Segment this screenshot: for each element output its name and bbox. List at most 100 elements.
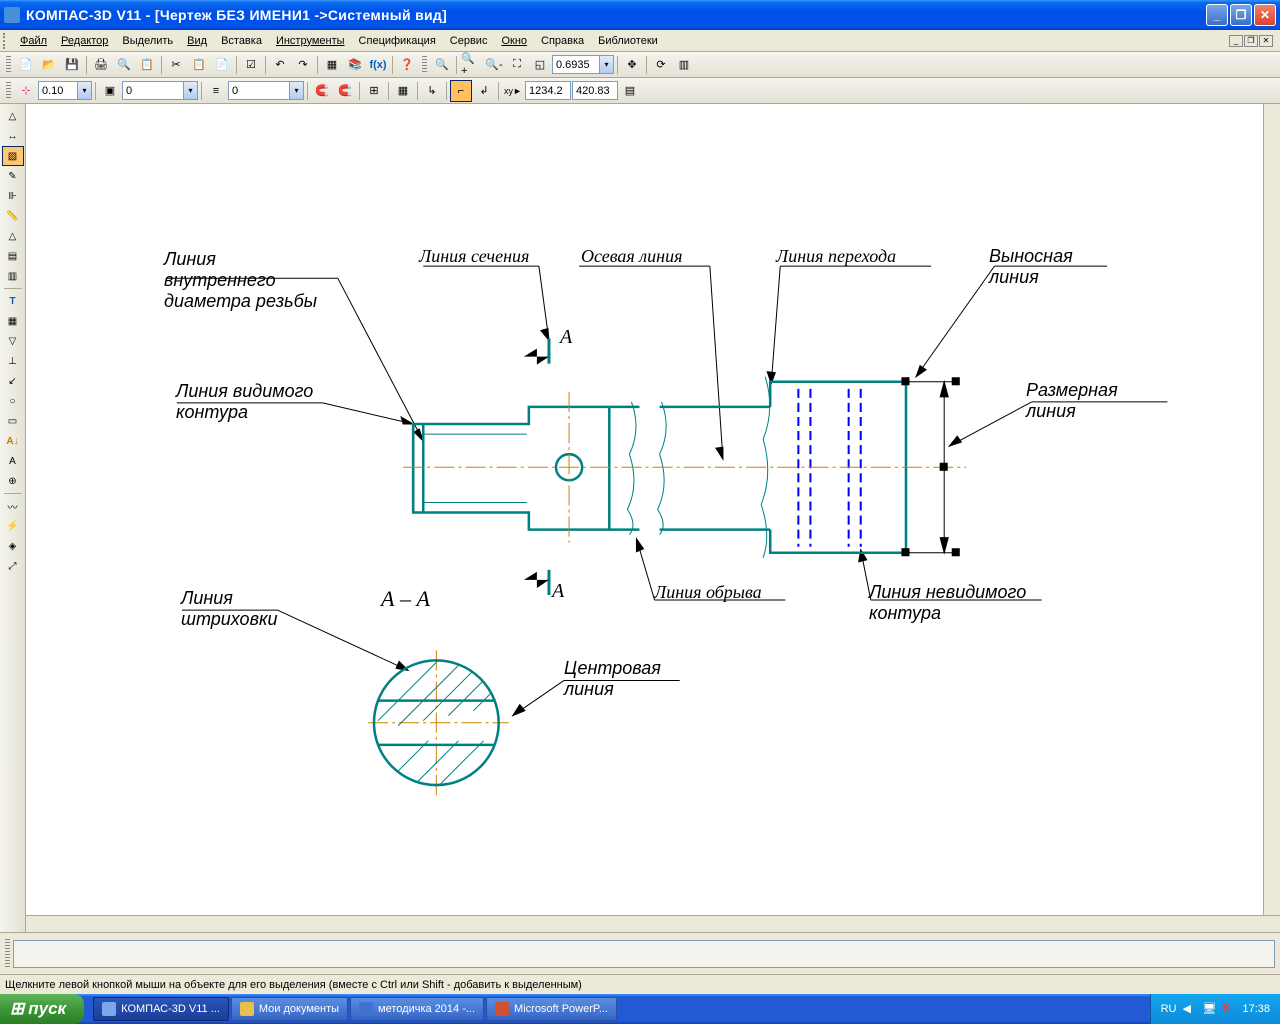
coord-lock-button[interactable]: ▤: [619, 80, 641, 102]
menu-select[interactable]: Выделить: [115, 33, 180, 49]
cut-button[interactable]: ✂: [165, 54, 187, 76]
zoom-out-button[interactable]: 🔍-: [483, 54, 505, 76]
base-tool-icon[interactable]: ⊥: [2, 351, 24, 371]
report-tool-icon[interactable]: ▥: [2, 266, 24, 286]
zoom-fit-button[interactable]: ⛶: [506, 54, 528, 76]
system-tray[interactable]: RU ◀ 🖥 K 17:38: [1150, 994, 1280, 1024]
undo-button[interactable]: ↶: [269, 54, 291, 76]
taskbar-task-powerpoint[interactable]: Microsoft PowerP...: [486, 997, 617, 1021]
mark-tool-icon[interactable]: ◈: [2, 536, 24, 556]
minimize-button[interactable]: _: [1206, 4, 1228, 26]
zoom-in-button[interactable]: 🔍+: [460, 54, 482, 76]
step-combo[interactable]: ▾: [38, 81, 92, 100]
menu-editor[interactable]: Редактор: [54, 33, 115, 49]
toolbar-grip-3[interactable]: [6, 82, 11, 100]
menu-insert[interactable]: Вставка: [214, 33, 269, 49]
measure-tool-icon[interactable]: 📏: [2, 206, 24, 226]
zoom-dropdown[interactable]: ▾: [599, 56, 613, 73]
tray-icon-av[interactable]: K: [1222, 1002, 1236, 1016]
taskbar-task-kompas[interactable]: КОМПАС-3D V11 ...: [93, 997, 229, 1021]
step-input[interactable]: [39, 82, 77, 99]
snap-magnet-button[interactable]: 🧲: [311, 80, 333, 102]
round-button[interactable]: ↲: [473, 80, 495, 102]
zoom-window-button[interactable]: 🔍: [431, 54, 453, 76]
zoom-input[interactable]: [553, 56, 599, 73]
edit-tool-icon[interactable]: ✎: [2, 166, 24, 186]
tray-icon-1[interactable]: ◀: [1182, 1002, 1196, 1016]
taskbar-task-documents[interactable]: Мои документы: [231, 997, 348, 1021]
layer-icon[interactable]: ▣: [99, 80, 121, 102]
menu-help[interactable]: Справка: [534, 33, 591, 49]
style-input[interactable]: [229, 82, 289, 99]
menu-file[interactable]: Файл: [13, 33, 54, 49]
coord-x-input[interactable]: [525, 81, 571, 100]
auto-axis-tool-icon[interactable]: ⚡: [2, 516, 24, 536]
step-icon[interactable]: ⊹: [15, 80, 37, 102]
grid-button[interactable]: ▦: [392, 80, 414, 102]
section-line-tool-icon[interactable]: A↓: [2, 431, 24, 451]
arrow-tool-icon[interactable]: A: [2, 451, 24, 471]
library-button[interactable]: 📚: [344, 54, 366, 76]
dimensions-tool-icon[interactable]: ↔: [2, 126, 24, 146]
layer-input[interactable]: [123, 82, 183, 99]
mdi-close-button[interactable]: ✕: [1259, 35, 1273, 47]
break-tool-icon[interactable]: ⤢: [2, 556, 24, 576]
center-tool-icon[interactable]: ⊕: [2, 471, 24, 491]
style-combo[interactable]: ▾: [228, 81, 304, 100]
views-button[interactable]: ▥: [673, 54, 695, 76]
close-button[interactable]: ✕: [1254, 4, 1276, 26]
toolbar-grip[interactable]: [6, 56, 11, 74]
tolerance-tool-icon[interactable]: ▭: [2, 411, 24, 431]
copy-button[interactable]: 📋: [188, 54, 210, 76]
refresh-button[interactable]: ⟳: [650, 54, 672, 76]
ortho-button[interactable]: ⌐: [450, 80, 472, 102]
maximize-button[interactable]: ❐: [1230, 4, 1252, 26]
preview-button[interactable]: 🔍: [113, 54, 135, 76]
grid-set-button[interactable]: ⊞: [363, 80, 385, 102]
mdi-restore-button[interactable]: ❐: [1244, 35, 1258, 47]
select-tool-icon[interactable]: △: [2, 226, 24, 246]
style-icon[interactable]: ≡: [205, 80, 227, 102]
new-button[interactable]: 📄: [15, 54, 37, 76]
print-button[interactable]: 🖨: [90, 54, 112, 76]
layer-combo[interactable]: ▾: [122, 81, 198, 100]
lcs-button[interactable]: ↳: [421, 80, 443, 102]
snap-off-button[interactable]: 🧲: [334, 80, 356, 102]
rough-tool-icon[interactable]: ▽: [2, 331, 24, 351]
style-dropdown[interactable]: ▾: [289, 82, 303, 99]
plot-button[interactable]: 📋: [136, 54, 158, 76]
pos-tool-icon[interactable]: ○: [2, 391, 24, 411]
menu-window[interactable]: Окно: [494, 33, 534, 49]
pan-button[interactable]: ✥: [621, 54, 643, 76]
text-tool-icon[interactable]: T: [2, 291, 24, 311]
layer-dropdown[interactable]: ▾: [183, 82, 197, 99]
mdi-minimize-button[interactable]: _: [1229, 35, 1243, 47]
table-tool-icon[interactable]: ▦: [2, 311, 24, 331]
coord-y-input[interactable]: [572, 81, 618, 100]
propbar-grip[interactable]: [5, 939, 10, 969]
clock[interactable]: 17:38: [1242, 1003, 1270, 1015]
taskbar-task-word[interactable]: методичка 2014 -...: [350, 997, 484, 1021]
zoom-combo[interactable]: ▾: [552, 55, 614, 74]
symbols-tool-icon[interactable]: ▧: [2, 146, 24, 166]
variables-button[interactable]: f(x): [367, 54, 389, 76]
toolbar-grip-2[interactable]: [422, 56, 427, 74]
properties-button[interactable]: ☑: [240, 54, 262, 76]
drawing-canvas[interactable]: Линия внутреннего диаметра резьбы Линия …: [26, 104, 1263, 915]
menu-tools[interactable]: Инструменты: [269, 33, 352, 49]
open-button[interactable]: 📂: [38, 54, 60, 76]
leader-tool-icon[interactable]: ↙: [2, 371, 24, 391]
menu-service[interactable]: Сервис: [443, 33, 495, 49]
manager-button[interactable]: ▦: [321, 54, 343, 76]
menu-libraries[interactable]: Библиотеки: [591, 33, 665, 49]
zoom-all-button[interactable]: ◱: [529, 54, 551, 76]
spec-tool-icon[interactable]: ▤: [2, 246, 24, 266]
tray-icon-network[interactable]: 🖥: [1202, 1002, 1216, 1016]
horizontal-scrollbar[interactable]: [26, 915, 1280, 932]
language-indicator[interactable]: RU: [1161, 1003, 1177, 1015]
save-button[interactable]: 💾: [61, 54, 83, 76]
wave-tool-icon[interactable]: 〰: [2, 496, 24, 516]
vertical-scrollbar[interactable]: [1263, 104, 1280, 915]
menu-spec[interactable]: Спецификация: [352, 33, 443, 49]
start-button[interactable]: ⊞пуск: [0, 994, 84, 1024]
